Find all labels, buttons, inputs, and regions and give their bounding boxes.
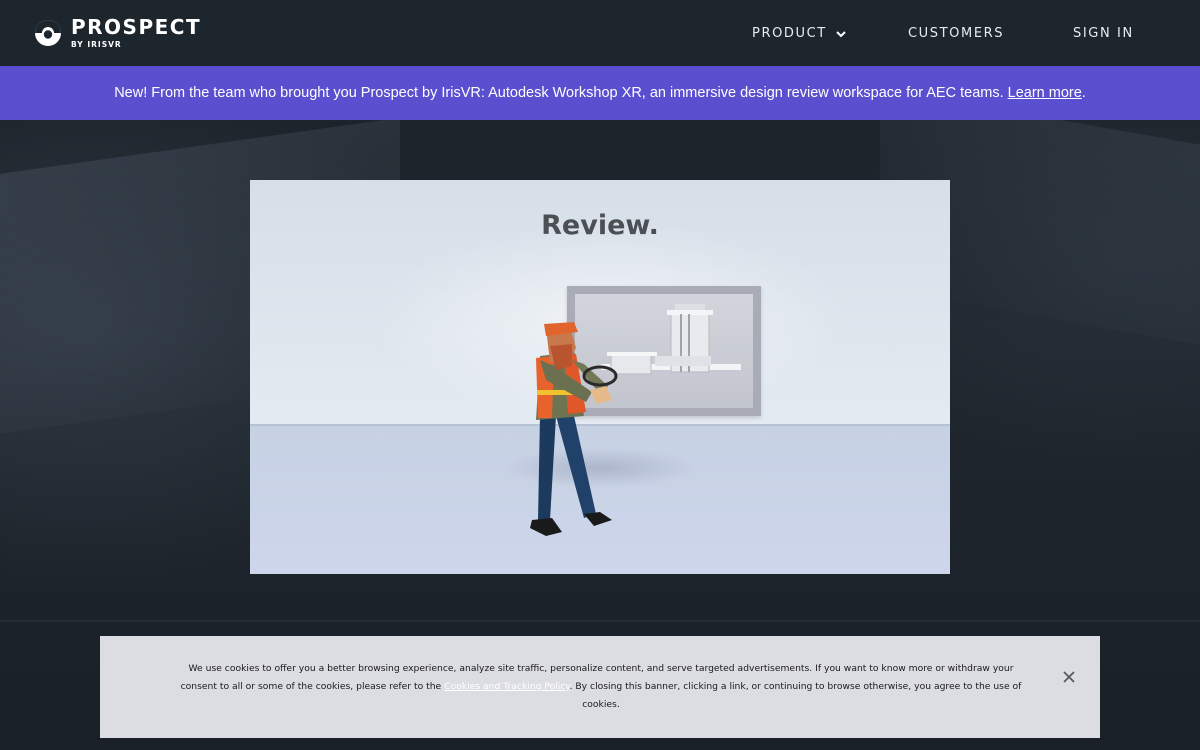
nav-sign-in-label: SIGN IN: [1073, 25, 1134, 41]
logo-subtitle: BY IRISVR: [71, 40, 122, 50]
cookie-banner: We use cookies to offer you a better bro…: [100, 636, 1100, 738]
worker-with-headset-illustration: [530, 322, 618, 536]
announcement-learn-more-link[interactable]: Learn more: [1008, 85, 1082, 101]
cookie-text-after: . By closing this banner, clicking a lin…: [569, 681, 1022, 710]
nav-customers[interactable]: CUSTOMERS: [908, 0, 1004, 66]
close-icon[interactable]: [1062, 670, 1076, 684]
nav-product[interactable]: PRODUCT: [752, 0, 847, 66]
chevron-down-icon: [836, 30, 846, 37]
hero-video[interactable]: Review.: [250, 180, 950, 574]
announcement-tail: .: [1081, 85, 1086, 101]
nav-sign-in[interactable]: SIGN IN: [1073, 0, 1134, 66]
nav-product-label: PRODUCT: [752, 25, 827, 41]
cookie-message: We use cookies to offer you a better bro…: [172, 660, 1030, 714]
announcement-text: New! From the team who brought you Prosp…: [114, 85, 1004, 101]
prospect-logo-icon: [35, 20, 61, 46]
prospect-logo[interactable]: PROSPECT BY IRISVR: [33, 16, 201, 50]
nav-customers-label: CUSTOMERS: [908, 25, 1005, 41]
logo-name: PROSPECT: [71, 15, 202, 40]
site-header: PROSPECT BY IRISVR PRODUCT CUSTOMERS SIG…: [0, 0, 1200, 66]
background-floor-line: [0, 620, 1200, 622]
cookie-policy-link[interactable]: Cookies and Tracking Policy: [444, 681, 569, 692]
announcement-bar: New! From the team who brought you Prosp…: [0, 66, 1200, 120]
